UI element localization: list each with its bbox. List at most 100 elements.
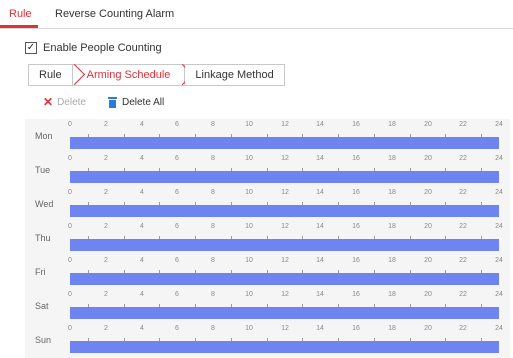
hour-tick-label: 16	[352, 257, 360, 264]
delete-all-button[interactable]: Delete All	[107, 96, 165, 108]
day-label: Thu	[35, 233, 51, 243]
hour-tick-label: 16	[352, 291, 360, 298]
hour-tick-label: 24	[495, 121, 503, 128]
hour-tick-label: 0	[68, 257, 72, 264]
hour-tick-label: 2	[104, 257, 108, 264]
hour-tick-label: 6	[175, 257, 179, 264]
hour-tick-label: 10	[245, 291, 253, 298]
tab-rule[interactable]: Rule	[9, 8, 32, 20]
hour-tick-label: 20	[424, 121, 432, 128]
hour-tick-label: 22	[459, 189, 467, 196]
delete-label: Delete	[57, 96, 86, 108]
hour-tick-label: 10	[245, 223, 253, 230]
hour-tick-label: 6	[175, 121, 179, 128]
hour-tick-label: 10	[245, 121, 253, 128]
hour-tick-label: 4	[140, 189, 144, 196]
day-label: Sun	[35, 335, 52, 345]
hour-tick-label: 14	[316, 223, 324, 230]
hour-tick-label: 2	[104, 189, 108, 196]
hour-tick-label: 18	[388, 325, 396, 332]
sub-tab-bar: Rule Arming Schedule Linkage Method	[28, 64, 285, 86]
hour-tick-label: 24	[495, 291, 503, 298]
schedule-bar[interactable]	[70, 273, 499, 285]
hour-tick-label: 12	[281, 291, 289, 298]
hour-tick-label: 12	[281, 155, 289, 162]
hour-tick-label: 24	[495, 257, 503, 264]
hour-tick-label: 6	[175, 291, 179, 298]
hour-tick-label: 14	[316, 291, 324, 298]
active-tab-indicator	[0, 25, 38, 28]
hour-tick-label: 2	[104, 291, 108, 298]
schedule-row: Wed 0 2 4 6 8 10 12 14 16 18 20 22 24	[25, 187, 510, 219]
hour-tick-label: 12	[281, 223, 289, 230]
hour-tick-label: 24	[495, 223, 503, 230]
hour-tick-label: 12	[281, 121, 289, 128]
tab-reverse-counting-alarm[interactable]: Reverse Counting Alarm	[55, 8, 174, 20]
schedule-bar[interactable]	[70, 171, 499, 183]
hour-tick-label: 0	[68, 155, 72, 162]
hour-tick-label: 18	[388, 189, 396, 196]
schedule-row: Fri 0 2 4 6 8 10 12 14 16 18 20 22 24	[25, 255, 510, 287]
hour-tick-label: 6	[175, 155, 179, 162]
trash-icon	[107, 96, 117, 108]
hour-tick-label: 10	[245, 189, 253, 196]
enable-people-counting-checkbox[interactable]: ✓	[25, 42, 37, 54]
day-label: Sat	[35, 301, 49, 311]
enable-people-counting-label: Enable People Counting	[43, 42, 162, 54]
schedule-row: Mon 0 2 4 6 8 10 12 14 16 18 20 22 24	[25, 119, 510, 151]
day-label: Mon	[35, 131, 53, 141]
hour-tick-label: 4	[140, 223, 144, 230]
hour-tick-label: 10	[245, 155, 253, 162]
delete-button[interactable]: ✕ Delete	[43, 95, 86, 109]
subtab-linkage-method[interactable]: Linkage Method	[185, 64, 285, 86]
hour-tick-label: 2	[104, 121, 108, 128]
hour-tick-label: 12	[281, 257, 289, 264]
day-label: Fri	[35, 267, 46, 277]
day-label: Wed	[35, 199, 54, 209]
delete-all-label: Delete All	[121, 96, 165, 108]
subtab-arming-schedule[interactable]: Arming Schedule	[72, 64, 186, 86]
hour-tick-label: 10	[245, 325, 253, 332]
hour-tick-label: 8	[211, 121, 215, 128]
hour-tick-label: 16	[352, 223, 360, 230]
schedule-bar[interactable]	[70, 239, 499, 251]
hour-tick-label: 16	[352, 189, 360, 196]
hour-tick-label: 0	[68, 121, 72, 128]
schedule-bar[interactable]	[70, 341, 499, 353]
hour-tick-label: 0	[68, 189, 72, 196]
schedule-row: Thu 0 2 4 6 8 10 12 14 16 18 20 22 24	[25, 221, 510, 253]
hour-tick-label: 14	[316, 325, 324, 332]
schedule-row: Tue 0 2 4 6 8 10 12 14 16 18 20 22 24	[25, 153, 510, 185]
hour-tick-label: 14	[316, 155, 324, 162]
schedule-bar[interactable]	[70, 137, 499, 149]
hour-tick-label: 6	[175, 325, 179, 332]
hour-tick-label: 12	[281, 189, 289, 196]
hour-tick-label: 16	[352, 325, 360, 332]
hour-tick-label: 6	[175, 223, 179, 230]
schedule-bar[interactable]	[70, 307, 499, 319]
hour-tick-label: 22	[459, 291, 467, 298]
hour-tick-label: 18	[388, 223, 396, 230]
hour-tick-label: 6	[175, 189, 179, 196]
hour-tick-label: 4	[140, 291, 144, 298]
schedule-row: Sun 0 2 4 6 8 10 12 14 16 18 20 22 24	[25, 323, 510, 355]
hour-tick-label: 8	[211, 291, 215, 298]
hour-tick-label: 8	[211, 155, 215, 162]
hour-tick-label: 14	[316, 257, 324, 264]
hour-tick-label: 16	[352, 121, 360, 128]
arming-schedule-grid: Mon 0 2 4 6 8 10 12 14 16 18 20 22 24 Tue 0 2 4 6 8 10 12 14 16…	[25, 119, 510, 358]
hour-tick-label: 24	[495, 189, 503, 196]
enable-people-counting-row: ✓ Enable People Counting	[25, 40, 162, 56]
hour-tick-label: 0	[68, 325, 72, 332]
hour-tick-label: 4	[140, 155, 144, 162]
hour-tick-label: 0	[68, 223, 72, 230]
hour-tick-label: 22	[459, 325, 467, 332]
hour-tick-label: 22	[459, 121, 467, 128]
hour-tick-label: 4	[140, 257, 144, 264]
hour-tick-label: 8	[211, 257, 215, 264]
hour-tick-label: 18	[388, 257, 396, 264]
delete-x-icon: ✕	[43, 95, 54, 109]
schedule-bar[interactable]	[70, 205, 499, 217]
hour-tick-label: 2	[104, 155, 108, 162]
schedule-row: Sat 0 2 4 6 8 10 12 14 16 18 20 22 24	[25, 289, 510, 321]
